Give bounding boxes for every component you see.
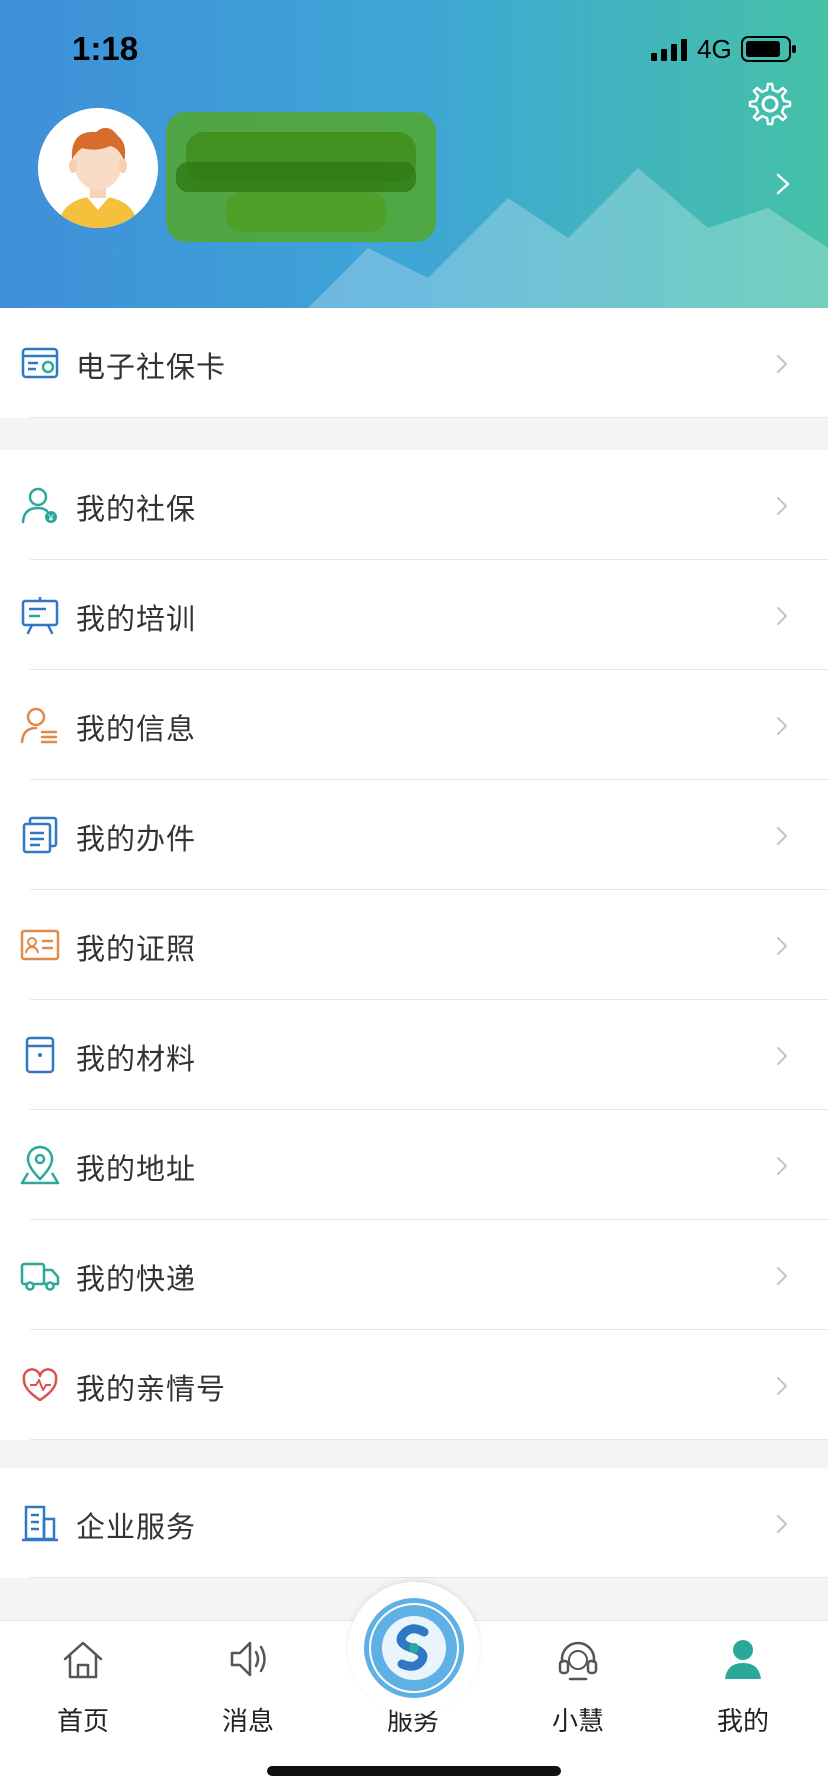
building-icon xyxy=(22,1505,58,1542)
tab-assistant[interactable]: 小慧 xyxy=(518,1621,638,1751)
menu-item-social-insurance[interactable]: ¥ 我的社保 xyxy=(0,450,828,560)
menu-item-label: 我的快递 xyxy=(76,1262,197,1296)
tab-label: 首页 xyxy=(56,1707,109,1737)
chevron-right-icon xyxy=(777,937,787,955)
person-list-icon xyxy=(20,707,58,744)
chevron-right-icon[interactable] xyxy=(772,172,794,196)
menu-item-delivery[interactable]: 我的快递 xyxy=(0,1220,828,1330)
status-bar: 1:18 4G xyxy=(0,0,828,100)
chevron-right-icon xyxy=(777,1377,787,1395)
chevron-right-icon xyxy=(777,827,787,845)
chevron-right-icon xyxy=(777,1515,787,1533)
menu-item-label: 电子社保卡 xyxy=(76,350,227,384)
tab-mine[interactable]: 我的 xyxy=(683,1621,803,1751)
menu-item-label: 我的证照 xyxy=(76,932,197,966)
gear-icon[interactable] xyxy=(748,82,792,126)
tab-messages[interactable]: 消息 xyxy=(188,1621,308,1751)
tab-label: 小慧 xyxy=(551,1707,604,1737)
tab-label: 消息 xyxy=(221,1707,274,1737)
id-card-icon xyxy=(21,347,59,379)
menu-item-enterprise-service[interactable]: 企业服务 xyxy=(0,1468,828,1578)
battery-icon xyxy=(741,36,796,62)
chevron-right-icon xyxy=(777,1157,787,1175)
network-type: 4G xyxy=(697,34,732,64)
service-logo-icon[interactable] xyxy=(360,1594,468,1702)
menu-item-training[interactable]: 我的培训 xyxy=(0,560,828,670)
folder-icon xyxy=(25,1036,55,1074)
menu-item-licenses[interactable]: 我的证照 xyxy=(0,890,828,1000)
home-icon xyxy=(63,1641,103,1679)
menu-item-label: 我的材料 xyxy=(76,1042,197,1076)
menu-item-family-number[interactable]: 我的亲情号 xyxy=(0,1330,828,1440)
menu-item-label: 我的社保 xyxy=(76,492,197,526)
menu-item-label: 我的信息 xyxy=(76,712,197,746)
user-icon xyxy=(725,1640,761,1679)
menu-item-label: 我的亲情号 xyxy=(76,1372,227,1406)
heart-icon xyxy=(22,1368,58,1402)
delivery-truck-icon xyxy=(20,1262,60,1291)
menu-item-my-info[interactable]: 我的信息 xyxy=(0,670,828,780)
menu-item-social-card[interactable]: 电子社保卡 xyxy=(0,308,828,418)
signal-icon xyxy=(651,39,687,61)
profile-header: 1:18 4G xyxy=(0,0,828,308)
redacted-name xyxy=(166,112,436,242)
chevron-right-icon xyxy=(777,717,787,735)
menu-item-label: 我的办件 xyxy=(76,822,197,856)
chevron-right-icon xyxy=(777,607,787,625)
svg-text:¥: ¥ xyxy=(47,513,54,523)
tab-label: 我的 xyxy=(716,1707,769,1737)
person-shield-icon: ¥ xyxy=(21,487,57,524)
social-card-section: 电子社保卡 xyxy=(0,308,828,418)
home-indicator xyxy=(267,1766,561,1776)
menu-item-label: 企业服务 xyxy=(76,1510,197,1544)
menu-item-label: 我的地址 xyxy=(76,1152,197,1186)
chevron-right-icon xyxy=(777,497,787,515)
menu-item-address[interactable]: 我的地址 xyxy=(0,1110,828,1220)
documents-icon xyxy=(22,816,58,854)
menu-item-applications[interactable]: 我的办件 xyxy=(0,780,828,890)
headset-icon xyxy=(558,1641,598,1681)
menu-item-label: 我的培训 xyxy=(76,602,197,636)
enterprise-section: 企业服务 xyxy=(0,1468,828,1578)
menu-item-materials[interactable]: 我的材料 xyxy=(0,1000,828,1110)
avatar[interactable] xyxy=(38,108,158,228)
chevron-right-icon xyxy=(777,1267,787,1285)
tab-home[interactable]: 首页 xyxy=(23,1621,143,1751)
status-time: 1:18 xyxy=(72,30,139,67)
location-pin-icon xyxy=(20,1145,60,1185)
personal-menu-section: ¥ 我的社保 我的培训 我的信息 我的办件 我的证照 我的材料 我的地址 我的快… xyxy=(0,450,828,1440)
chevron-right-icon xyxy=(777,1047,787,1065)
speaker-icon xyxy=(230,1641,266,1677)
license-icon xyxy=(20,929,60,961)
presentation-board-icon xyxy=(21,597,59,635)
chevron-right-icon xyxy=(777,355,787,373)
